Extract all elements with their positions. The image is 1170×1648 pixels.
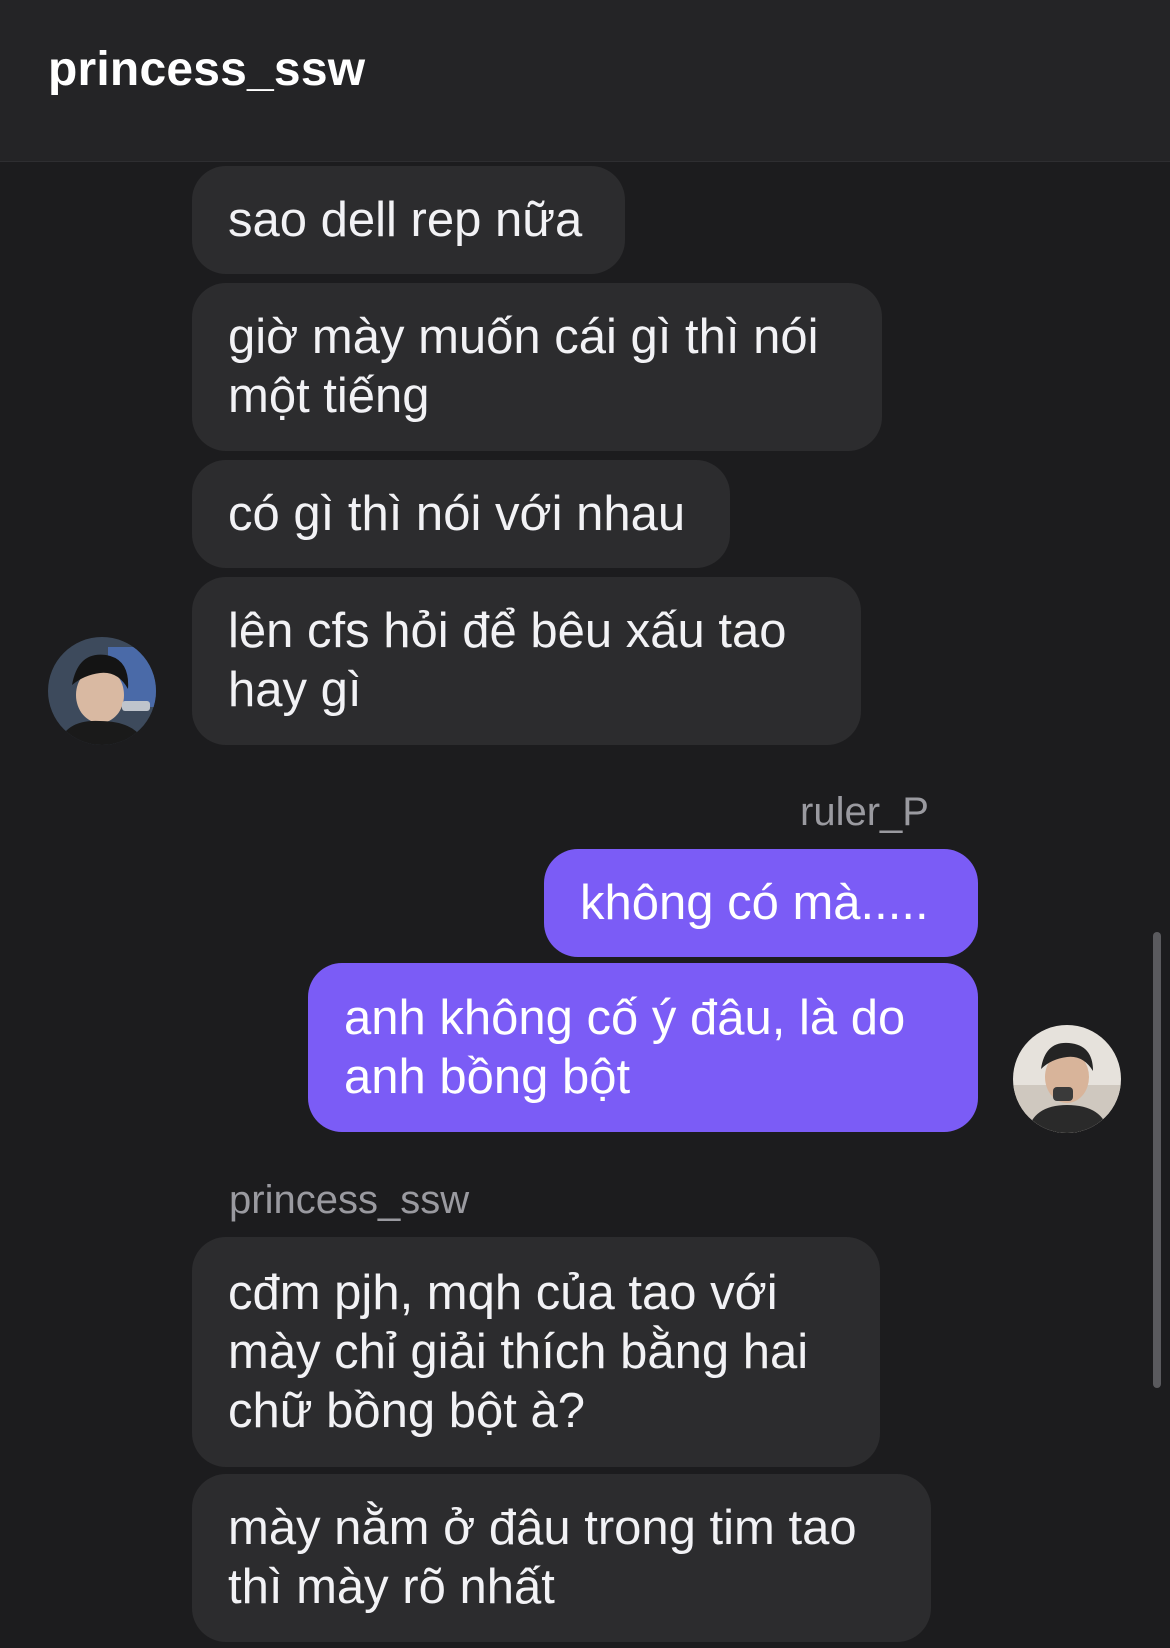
message-text: sao dell rep nữa [228,192,583,247]
message-text: không có mà..... [580,875,929,930]
message-bubble-incoming[interactable]: mày nằm ở đâu trong tim tao thì mày rõ n… [192,1474,931,1642]
message-text: mày nằm ở đâu trong tim tao thì mày rõ n… [228,1501,857,1614]
message-text: cđm pjh, mqh của tao với mày chỉ giải th… [228,1265,809,1438]
chat-header: princess_ssw [0,0,1170,162]
message-bubble-incoming[interactable]: giờ mày muốn cái gì thì nói một tiếng [192,283,882,451]
chat-title[interactable]: princess_ssw [48,42,365,97]
avatar-photo-icon [48,637,156,745]
message-bubble-outgoing[interactable]: anh không cố ý đâu, là do anh bồng bột [308,963,978,1132]
message-bubble-incoming[interactable]: lên cfs hỏi để bêu xấu tao hay gì [192,577,861,745]
avatar-photo-icon [1013,1025,1121,1133]
message-bubble-incoming[interactable]: sao dell rep nữa [192,166,625,274]
message-text: anh không cố ý đâu, là do anh bồng bột [344,990,906,1104]
sender-name-other: princess_ssw [229,1178,470,1222]
avatar-me[interactable] [1013,1025,1121,1133]
scrollbar[interactable] [1153,932,1161,1388]
message-bubble-incoming[interactable]: cđm pjh, mqh của tao với mày chỉ giải th… [192,1237,880,1467]
message-text: giờ mày muốn cái gì thì nói một tiếng [228,310,819,423]
message-bubble-outgoing[interactable]: không có mà..... [544,849,978,957]
avatar-other-user[interactable] [48,637,156,745]
message-text: lên cfs hỏi để bêu xấu tao hay gì [228,604,787,717]
message-text: có gì thì nói với nhau [228,486,686,541]
message-bubble-incoming[interactable]: có gì thì nói với nhau [192,460,730,568]
sender-name-me: ruler_P [800,790,929,834]
